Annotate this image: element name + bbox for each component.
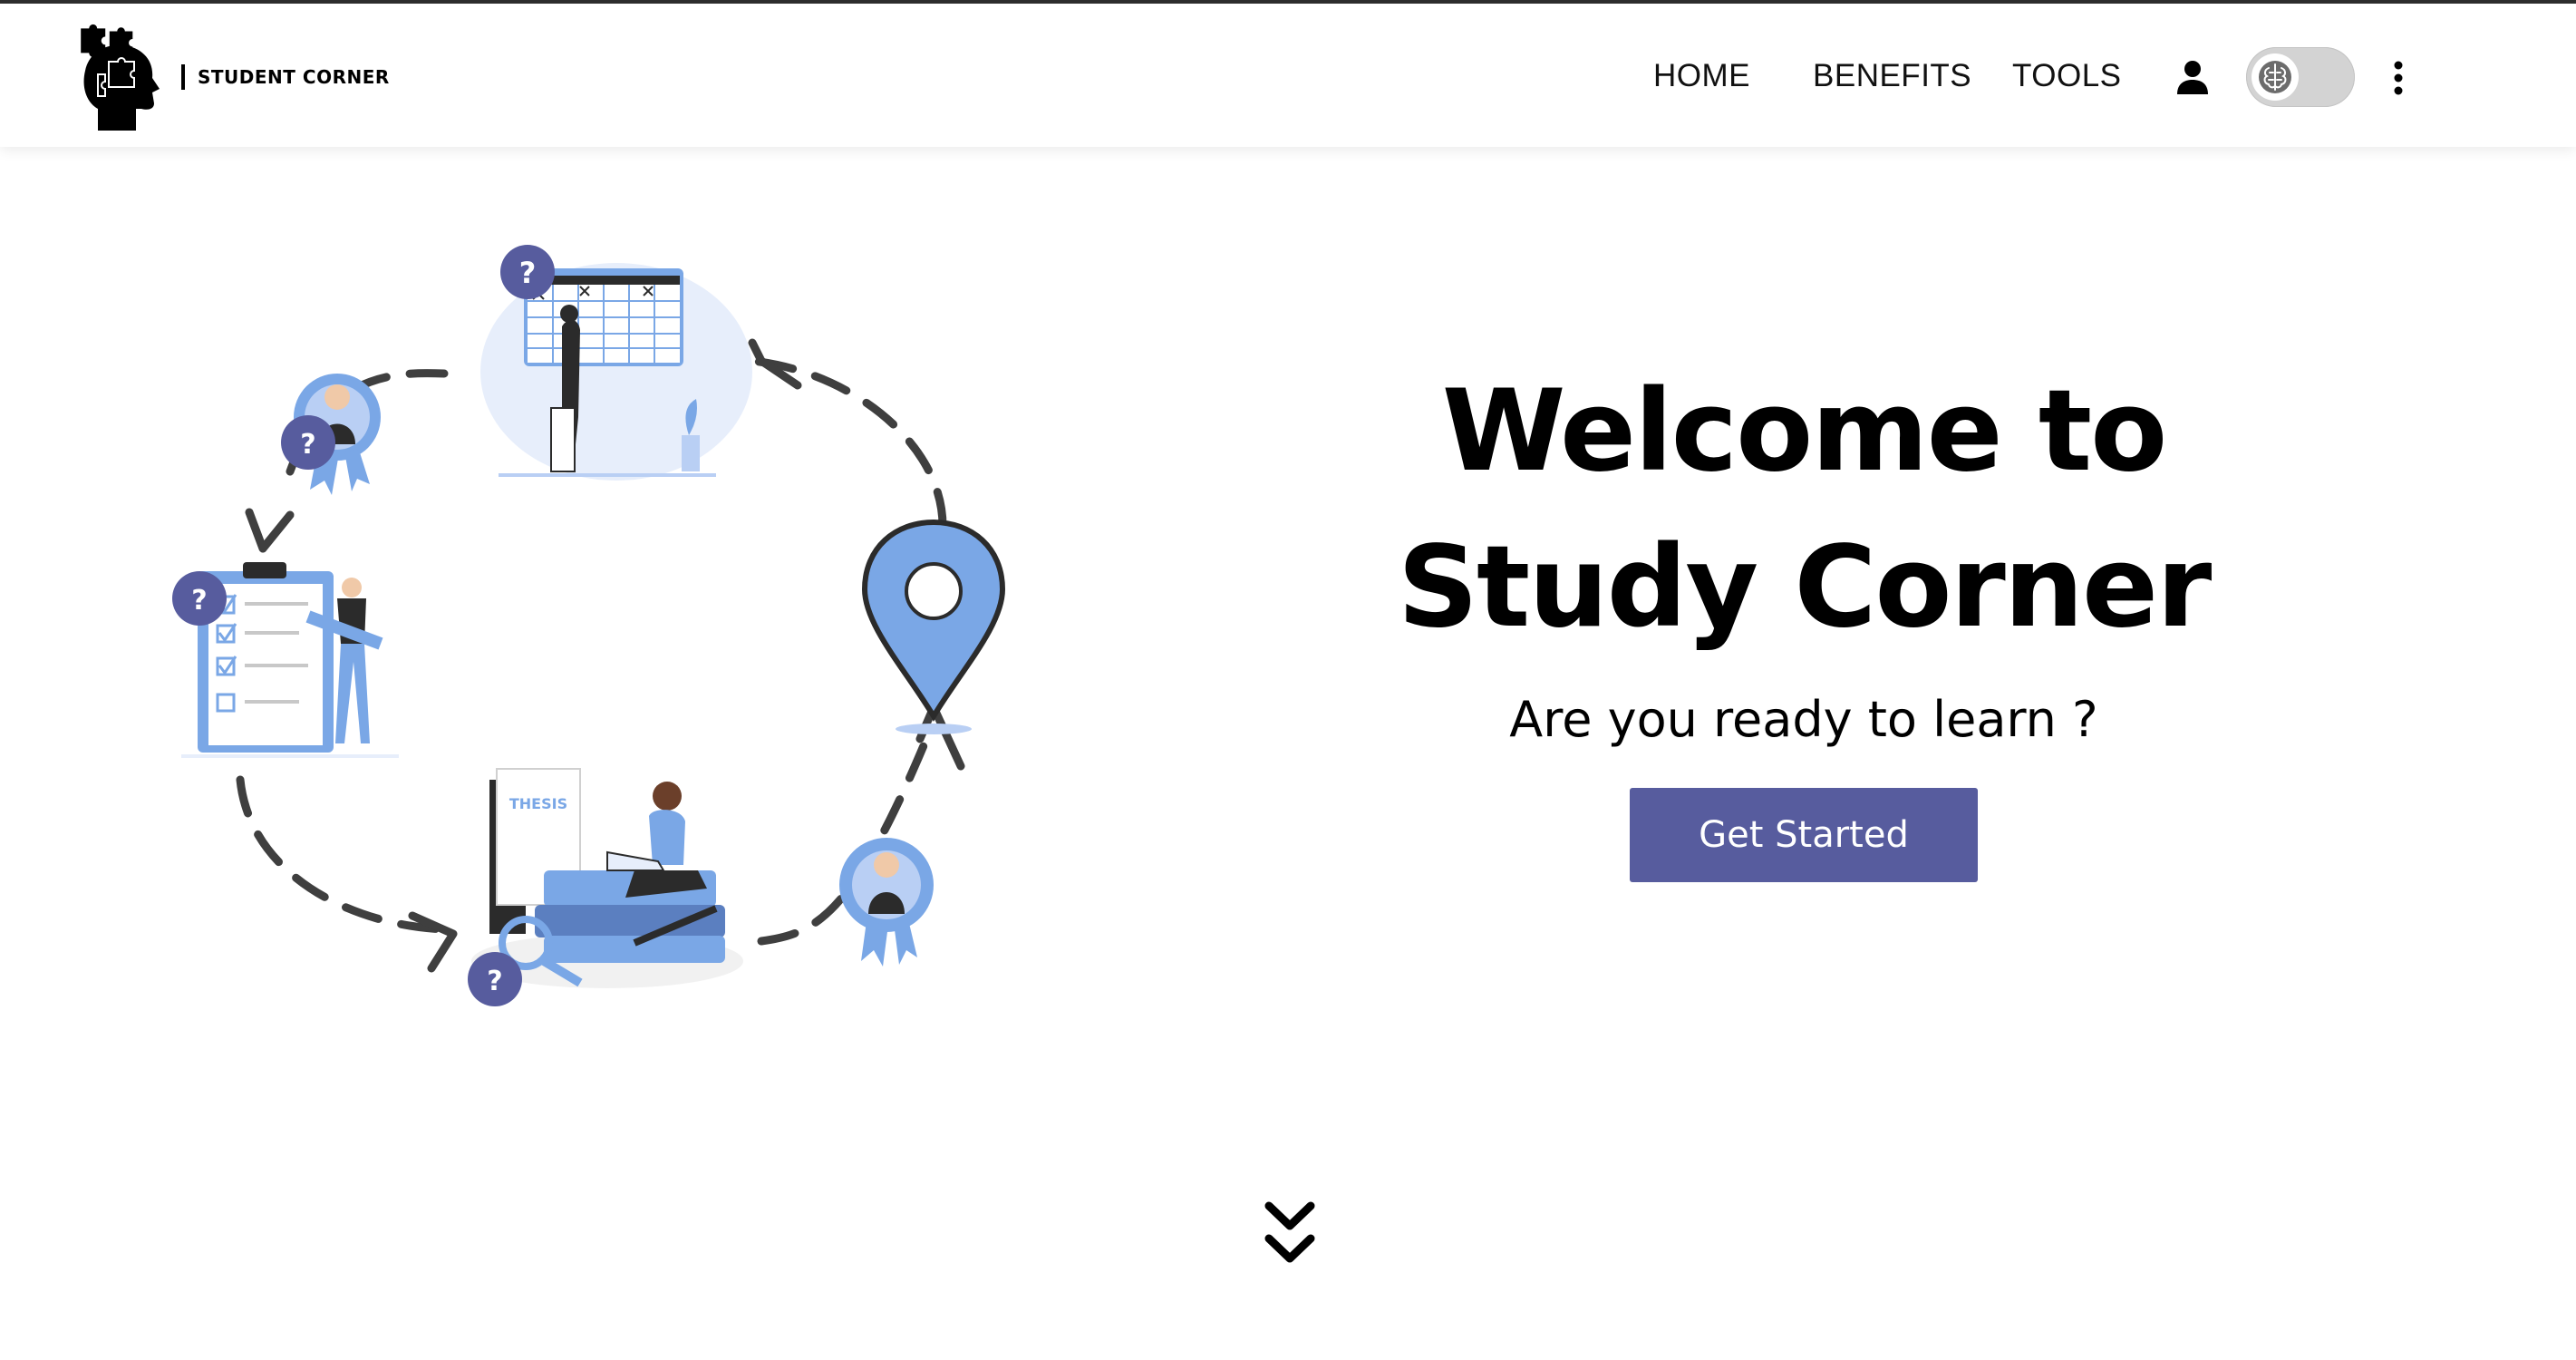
nav-benefits[interactable]: BENEFITS <box>1813 58 1971 94</box>
hero-section: Welcome to Study Corner Are you ready to… <box>1269 354 2339 882</box>
svg-text:THESIS: THESIS <box>509 795 567 812</box>
medal-scene-top: ? <box>281 374 381 495</box>
double-chevron-down-icon[interactable] <box>1264 1199 1316 1271</box>
brain-icon <box>2259 61 2291 93</box>
hero-title-line1: Welcome to <box>1441 366 2168 497</box>
navbar: STUDENT CORNER HOME BENEFITS TOOLS <box>0 4 2576 147</box>
nav-home[interactable]: HOME <box>1653 58 1750 94</box>
study-cycle-illustration: ? ? ? THESIS ? <box>172 245 1006 1006</box>
user-icon[interactable] <box>2177 60 2208 94</box>
svg-text:?: ? <box>519 256 537 290</box>
puzzle-head-icon <box>81 24 160 131</box>
brand[interactable]: STUDENT CORNER <box>73 22 390 132</box>
toggle-knob <box>2252 53 2299 101</box>
brand-divider <box>181 64 185 90</box>
svg-text:?: ? <box>487 966 502 997</box>
more-vertical-icon[interactable] <box>2391 60 2406 96</box>
svg-text:?: ? <box>300 429 315 461</box>
get-started-button[interactable]: Get Started <box>1630 788 1978 882</box>
theme-toggle[interactable] <box>2246 47 2355 107</box>
brand-name: STUDENT CORNER <box>198 66 390 88</box>
books-scene: THESIS ? <box>468 768 743 1006</box>
hero-subtitle: Are you ready to learn ? <box>1509 691 2098 748</box>
checklist-scene: ? <box>172 562 399 758</box>
svg-text:?: ? <box>191 585 207 617</box>
calendar-scene: ? <box>480 245 752 481</box>
medal-scene-bottom <box>839 838 934 967</box>
hero-title: Welcome to Study Corner <box>1269 354 2339 665</box>
nav-tools[interactable]: TOOLS <box>2012 58 2122 94</box>
hero-title-line2: Study Corner <box>1397 522 2212 653</box>
location-pin <box>861 519 1006 734</box>
